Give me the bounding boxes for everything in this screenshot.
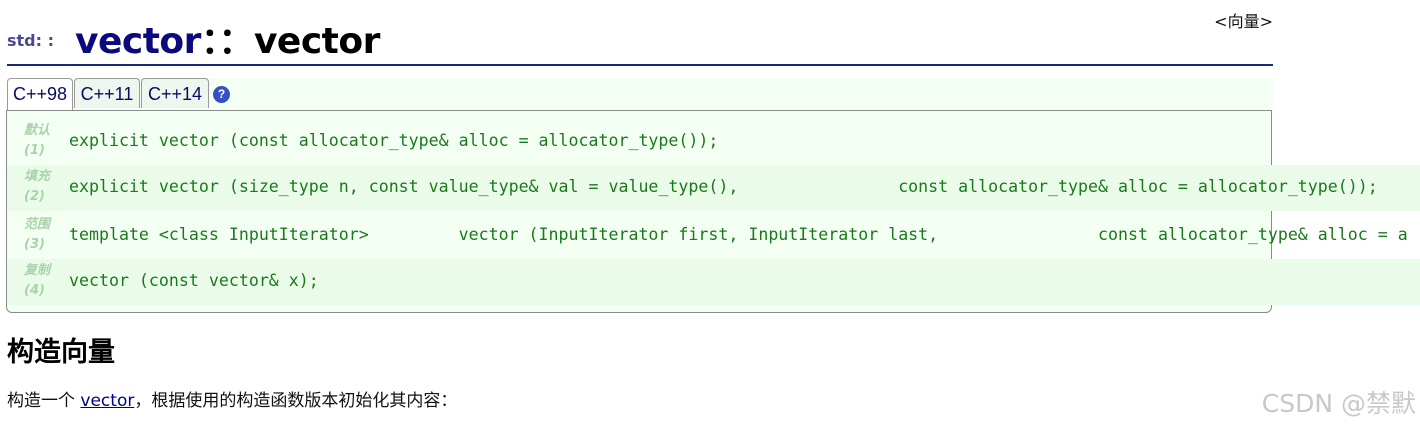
section-title: 构造向量 [7,337,115,368]
declarations-box: 默认 (1) explicit vector (const allocator_t… [6,110,1420,313]
declaration-code: vector (const vector& x); [69,271,319,290]
declaration-kind: 填充 [24,169,51,184]
declaration-row-fill: 填充 (2) explicit vector (size_type n, cons… [7,165,1420,211]
declaration-kind: 范围 [24,217,51,232]
page-header: std: : vector：：vector <向量> [7,12,1273,64]
vector-link[interactable]: vector [80,391,134,411]
declaration-row-default: 默认 (1) explicit vector (const allocator_t… [7,119,1420,165]
namespace-label: std: : [7,31,54,50]
tab-cpp98[interactable]: C++98 [7,78,73,110]
version-tabs: C++98 C++11 C++14 ? [7,78,1273,110]
title-separator: ：： [200,21,255,62]
declaration-label: 填充 (2) [24,167,60,207]
header-type-tag: <向量> [1214,12,1273,31]
declaration-kind: 默认 [24,123,51,138]
title-class: vector [75,21,201,62]
paragraph-text-end: ，根据使用的构造函数版本初始化其内容： [134,391,458,411]
declaration-number: (1) [24,143,45,158]
watermark: CSDN @禁默 [1261,389,1416,418]
declaration-row-range: 范围 (3) template <class InputIterator> vec… [7,213,1420,259]
paragraph-text-start: 构造一个 [7,391,81,411]
declaration-number: (2) [24,189,45,204]
declaration-number: (3) [24,237,45,252]
declaration-number: (4) [24,283,45,298]
declaration-label: 默认 (1) [24,121,60,161]
page-title: vector：：vector [75,12,380,64]
declaration-code: explicit vector (size_type n, const valu… [69,177,1378,196]
declaration-label: 范围 (3) [24,215,60,255]
title-function: vector [253,21,380,62]
help-icon[interactable]: ? [213,86,230,103]
tab-cpp14[interactable]: C++14 [141,78,209,108]
header-divider [7,64,1273,66]
declaration-row-copy: 复制 (4) vector (const vector& x); [7,259,1420,305]
declaration-code: explicit vector (const allocator_type& a… [69,131,719,150]
declaration-code: template <class InputIterator> vector (I… [69,225,1408,244]
declaration-label: 复制 (4) [24,261,60,301]
tab-cpp11[interactable]: C++11 [74,78,140,108]
declaration-kind: 复制 [24,263,51,278]
section-paragraph: 构造一个 vector，根据使用的构造函数版本初始化其内容： [7,386,457,411]
